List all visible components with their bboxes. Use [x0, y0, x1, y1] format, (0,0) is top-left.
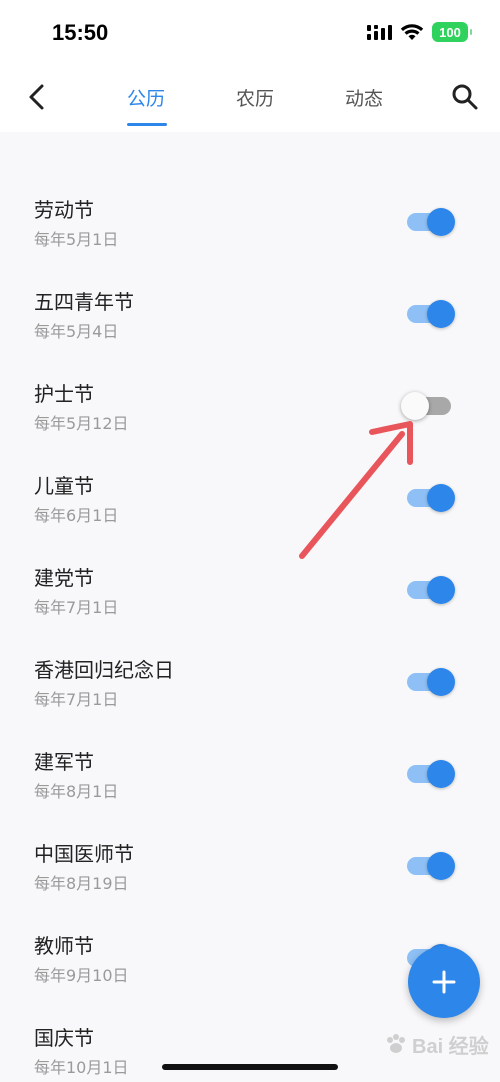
status-bar: 15:50 100: [0, 0, 500, 66]
holiday-date: 每年7月1日: [34, 690, 119, 709]
paw-icon: [387, 1034, 405, 1053]
holiday-title: 护士节: [34, 382, 94, 406]
holiday-date: 每年9月10日: [34, 966, 129, 985]
holiday-date: 每年8月1日: [34, 782, 119, 801]
search-icon[interactable]: [450, 82, 480, 112]
tab-gregorian[interactable]: 公历: [127, 84, 165, 111]
holiday-toggle[interactable]: [407, 850, 455, 880]
list-item: 香港回归纪念日 每年7月1日: [0, 654, 500, 746]
holiday-toggle[interactable]: [401, 390, 453, 420]
wifi-icon: [400, 24, 424, 40]
plus-icon: [432, 970, 456, 994]
holiday-list: 劳动节 每年5月1日 五四青年节 每年5月4日 护士节 每年5月12日 儿童节 …: [0, 132, 500, 1082]
holiday-date: 每年10月1日: [34, 1058, 129, 1077]
holiday-date: 每年8月19日: [34, 874, 129, 893]
status-time: 15:50: [52, 20, 109, 45]
watermark-text: Bai 经验: [412, 1035, 489, 1058]
tab-lunar[interactable]: 农历: [236, 84, 274, 111]
signal-icon: [367, 25, 392, 40]
status-icons: 100: [366, 22, 472, 42]
holiday-toggle[interactable]: [407, 206, 455, 236]
holiday-toggle[interactable]: [407, 298, 455, 328]
home-indicator[interactable]: [162, 1064, 338, 1070]
list-item: 护士节 每年5月12日: [0, 378, 500, 470]
holiday-title: 建军节: [34, 750, 94, 774]
watermark: Bai 经验: [384, 1024, 494, 1064]
holiday-toggle[interactable]: [407, 574, 455, 604]
chevron-left-icon[interactable]: [24, 82, 50, 112]
list-item: 中国医师节 每年8月19日: [0, 838, 500, 930]
tab-moments[interactable]: 动态: [345, 84, 383, 111]
holiday-toggle[interactable]: [407, 758, 455, 788]
holiday-title: 儿童节: [34, 474, 94, 498]
holiday-title: 国庆节: [34, 1026, 94, 1050]
holiday-date: 每年5月1日: [34, 230, 119, 249]
holiday-title: 建党节: [34, 566, 94, 590]
active-tab-indicator: [127, 123, 167, 126]
top-nav: 公历 农历 动态: [0, 66, 500, 132]
holiday-date: 每年5月12日: [34, 414, 129, 433]
list-item: 五四青年节 每年5月4日: [0, 286, 500, 378]
list-item: 儿童节 每年6月1日: [0, 470, 500, 562]
holiday-title: 五四青年节: [34, 290, 134, 314]
holiday-toggle[interactable]: [407, 666, 455, 696]
holiday-title: 香港回归纪念日: [34, 658, 174, 682]
list-item: 劳动节 每年5月1日: [0, 194, 500, 286]
holiday-title: 中国医师节: [34, 842, 134, 866]
holiday-date: 每年5月4日: [34, 322, 119, 341]
battery-indicator: 100: [432, 22, 472, 42]
holiday-date: 每年6月1日: [34, 506, 119, 525]
list-item: 建党节 每年7月1日: [0, 562, 500, 654]
list-item: 建军节 每年8月1日: [0, 746, 500, 838]
holiday-title: 劳动节: [34, 198, 94, 222]
holiday-toggle[interactable]: [407, 482, 455, 512]
holiday-title: 教师节: [34, 934, 94, 958]
add-button[interactable]: [408, 946, 480, 1018]
holiday-date: 每年7月1日: [34, 598, 119, 617]
